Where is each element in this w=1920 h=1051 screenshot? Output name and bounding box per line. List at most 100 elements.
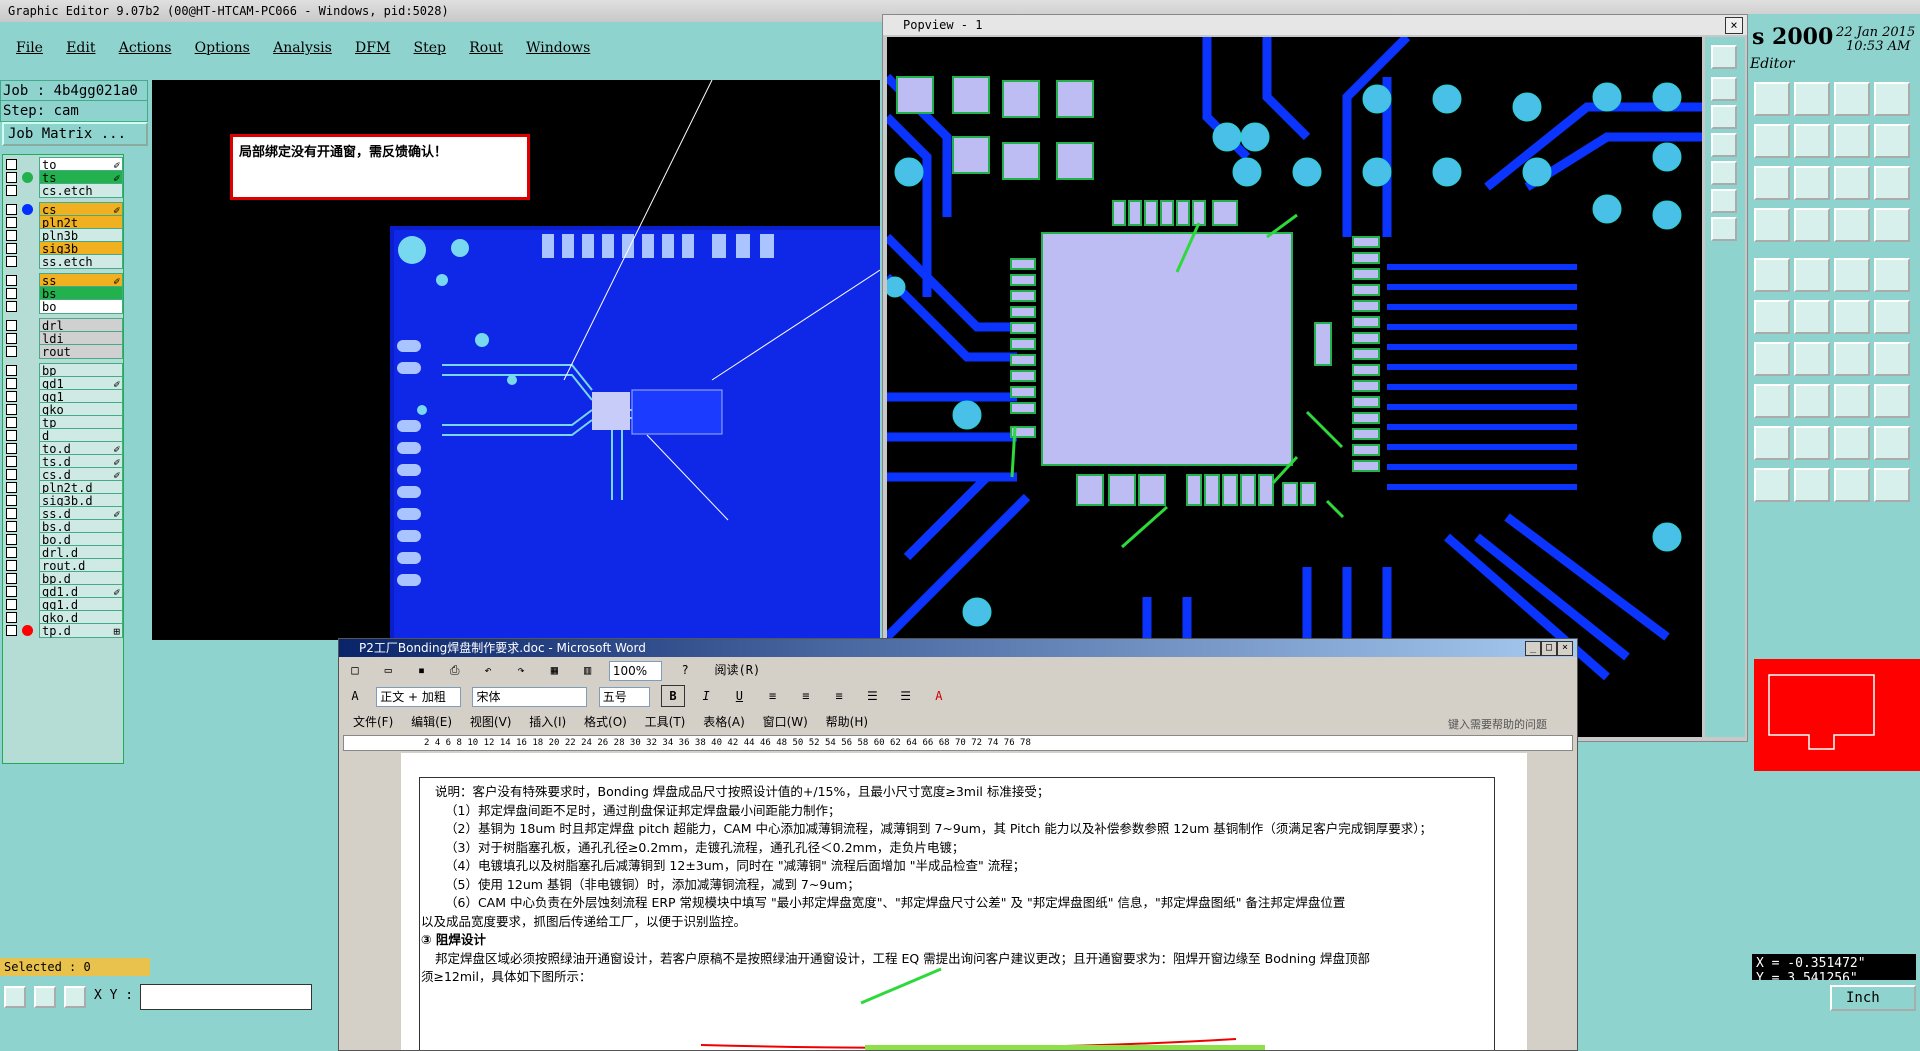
popview-canvas[interactable] <box>887 37 1702 737</box>
polygon-icon[interactable] <box>1794 258 1830 292</box>
align-center-icon[interactable]: ≡ <box>794 685 818 707</box>
layer-checkbox[interactable] <box>6 495 17 506</box>
undo-icon[interactable]: ↶ <box>476 659 500 681</box>
node-icon[interactable] <box>1754 300 1790 334</box>
layer-checkbox[interactable] <box>6 243 17 254</box>
layer-checkbox[interactable] <box>6 346 17 357</box>
menu-dfm[interactable]: DFM <box>355 40 390 56</box>
word-minimize-button[interactable]: _ <box>1525 641 1541 656</box>
layer-row-bo[interactable]: bo <box>3 299 123 314</box>
layout-icon[interactable] <box>1874 82 1910 116</box>
numbered-list-icon[interactable]: ☰ <box>860 685 884 707</box>
layer-checkbox[interactable] <box>6 612 17 623</box>
layer-checkbox[interactable] <box>6 365 17 376</box>
home-icon[interactable] <box>1834 82 1870 116</box>
layer-checkbox[interactable] <box>6 586 17 597</box>
layer-checkbox[interactable] <box>6 482 17 493</box>
zoom-select[interactable]: 100% <box>608 660 662 681</box>
region-icon[interactable] <box>1834 426 1870 460</box>
menu-file[interactable]: File <box>16 40 43 56</box>
help-icon[interactable]: ? <box>673 659 697 681</box>
pointer-icon[interactable] <box>1754 468 1790 502</box>
select-icon[interactable] <box>4 986 26 1008</box>
layer-checkbox[interactable] <box>6 320 17 331</box>
flip-icon[interactable] <box>1874 124 1910 158</box>
mini-map[interactable] <box>1754 659 1920 771</box>
cross-icon[interactable] <box>1794 300 1830 334</box>
layer-checkbox[interactable] <box>6 275 17 286</box>
layer-checkbox[interactable] <box>6 301 17 312</box>
word-menu-file[interactable]: 文件(F) <box>353 715 393 729</box>
pan-right-icon[interactable] <box>1711 161 1737 185</box>
font-select[interactable]: 宋体 <box>472 686 588 707</box>
layer-checkbox[interactable] <box>6 560 17 571</box>
layer-checkbox[interactable] <box>6 534 17 545</box>
layer-checkbox[interactable] <box>6 625 17 636</box>
layer-checkbox[interactable] <box>6 230 17 241</box>
layer-checkbox[interactable] <box>6 456 17 467</box>
italic-button[interactable]: I <box>694 685 718 707</box>
layer-checkbox[interactable] <box>6 443 17 454</box>
layer-checkbox[interactable] <box>6 547 17 558</box>
measure-icon[interactable] <box>1874 468 1910 502</box>
triangle-icon[interactable] <box>1754 426 1790 460</box>
pan-up-icon[interactable] <box>1711 77 1737 101</box>
align-left-icon[interactable]: ≡ <box>761 685 785 707</box>
pad-icon[interactable] <box>1754 258 1790 292</box>
draw-arc-icon[interactable] <box>1794 342 1830 376</box>
layer-checkbox[interactable] <box>6 159 17 170</box>
word-menu-window[interactable]: 窗口(W) <box>763 715 808 729</box>
layer-color-dot-icon[interactable] <box>22 172 33 183</box>
style-select[interactable]: 正文 + 加粗 <box>376 686 462 707</box>
curve-icon[interactable] <box>1834 342 1870 376</box>
delta-icon[interactable] <box>1874 426 1910 460</box>
bullet-list-icon[interactable]: ☰ <box>894 685 918 707</box>
panel-icon[interactable] <box>1874 384 1910 418</box>
transform-icon[interactable] <box>1794 166 1830 200</box>
job-matrix-button[interactable]: Job Matrix ... <box>2 122 148 146</box>
pan-left-icon[interactable] <box>1711 133 1737 157</box>
merge-icon[interactable] <box>1834 384 1870 418</box>
layer-row-rout[interactable]: rout <box>3 344 123 359</box>
table-icon[interactable]: ▦ <box>542 659 566 681</box>
net-icon[interactable] <box>1874 300 1910 334</box>
save-icon[interactable]: ▪ <box>409 659 433 681</box>
unit-selector[interactable]: Inch <box>1830 985 1916 1011</box>
menu-windows[interactable]: Windows <box>526 40 590 56</box>
layer-name[interactable]: ss.etch <box>39 254 123 269</box>
menu-rout[interactable]: Rout <box>469 40 503 56</box>
layer-checkbox[interactable] <box>6 521 17 532</box>
word-menu-edit[interactable]: 编辑(E) <box>411 715 452 729</box>
menu-edit[interactable]: Edit <box>66 40 95 56</box>
word-menu-view[interactable]: 视图(V) <box>470 715 512 729</box>
word-menu-help[interactable]: 帮助(H) <box>826 715 868 729</box>
new-doc-icon[interactable]: □ <box>343 659 367 681</box>
layer-checkbox[interactable] <box>6 391 17 402</box>
menu-analysis[interactable]: Analysis <box>273 40 332 56</box>
line-icon[interactable] <box>1834 258 1870 292</box>
layer-name[interactable]: rout <box>39 344 123 359</box>
layer-checkbox[interactable] <box>6 378 17 389</box>
layer-checkbox[interactable] <box>6 185 17 196</box>
read-button[interactable]: 阅读(R) <box>706 659 768 681</box>
draw-line-icon[interactable] <box>1754 342 1790 376</box>
polygon-2-icon[interactable] <box>1794 426 1830 460</box>
word-menu-table[interactable]: 表格(A) <box>703 715 745 729</box>
popview-close-button[interactable]: × <box>1725 17 1743 34</box>
underline-button[interactable]: U <box>727 685 751 707</box>
document-page[interactable]: 说明：客户没有特殊要求时，Bonding 焊盘成品尺寸按照设计值的+/15%，且… <box>401 753 1527 1050</box>
grid-icon[interactable] <box>1794 208 1830 242</box>
print-icon[interactable]: ⎙ <box>443 659 467 681</box>
layer-row-ss-etch[interactable]: ss.etch <box>3 254 123 269</box>
layer-name[interactable]: bo <box>39 299 123 314</box>
layer-checkbox[interactable] <box>6 204 17 215</box>
route-icon[interactable] <box>1834 208 1870 242</box>
layer-row-tp-d[interactable]: tp.d ⊞ <box>3 623 123 638</box>
measure-icon[interactable] <box>34 986 56 1008</box>
layer-checkbox[interactable] <box>6 172 17 183</box>
bold-button[interactable]: B <box>660 685 685 707</box>
word-menu-tools[interactable]: 工具(T) <box>645 715 686 729</box>
help-search-box[interactable]: 键入需要帮助的问题 <box>1448 714 1547 736</box>
layer-name[interactable]: cs.etch <box>39 183 123 198</box>
layer-color-dot-icon[interactable] <box>22 204 33 215</box>
